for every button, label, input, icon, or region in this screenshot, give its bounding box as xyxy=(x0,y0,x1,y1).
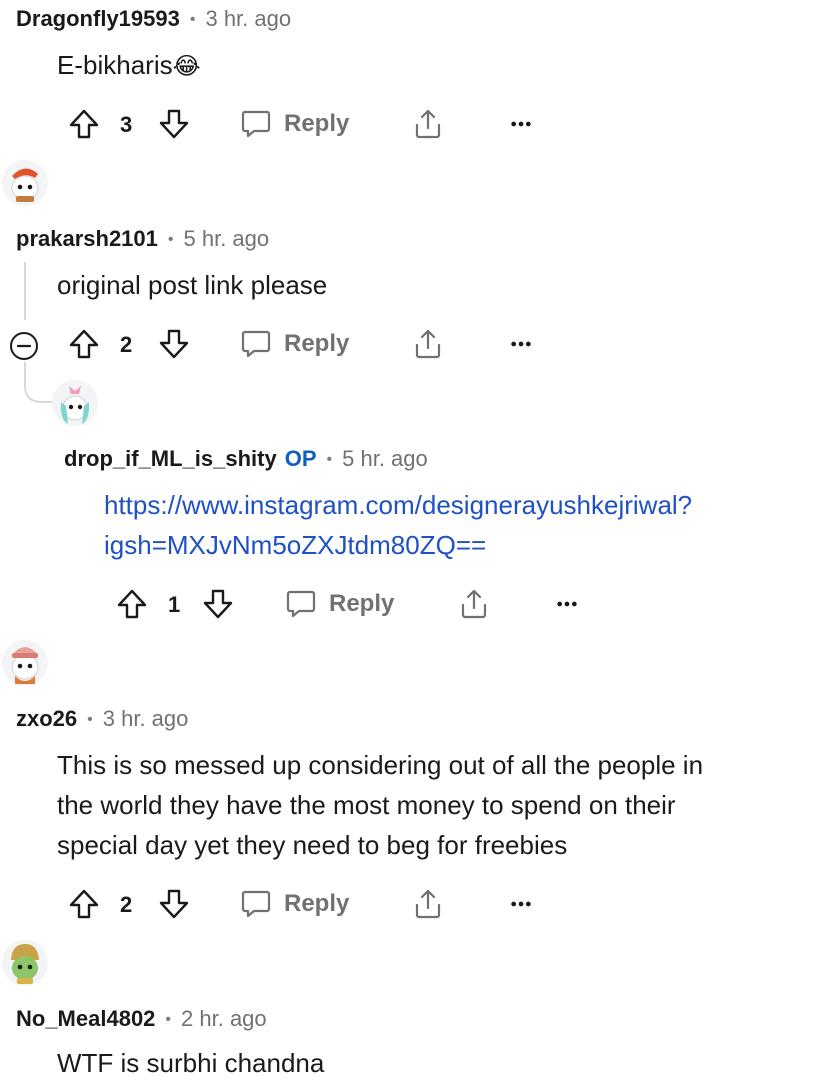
share-icon[interactable] xyxy=(412,108,444,140)
comment-text: E-bikharis xyxy=(57,50,173,80)
more-options-icon[interactable] xyxy=(510,900,532,908)
reply-button[interactable]: Reply xyxy=(240,328,349,360)
share-icon[interactable] xyxy=(458,588,490,620)
more-options-icon[interactable] xyxy=(510,120,532,128)
comment-body: https://www.instagram.com/designerayushk… xyxy=(104,485,692,565)
link-line: https://www.instagram.com/designerayushk… xyxy=(104,490,693,520)
reply-button[interactable]: Reply xyxy=(240,108,349,140)
upvote-arrow-icon[interactable] xyxy=(68,108,100,140)
instagram-link[interactable]: https://www.instagram.com/designerayushk… xyxy=(104,490,692,560)
reply-bubble-icon xyxy=(240,108,272,140)
comment-text-line: special day yet they need to beg for fre… xyxy=(57,830,568,860)
vote-count: 2 xyxy=(120,332,133,357)
separator-dot: • xyxy=(165,1011,172,1028)
comment-body: WTF is surbhi chandna xyxy=(57,1048,325,1078)
share-icon[interactable] xyxy=(412,328,444,360)
downvote-arrow-icon[interactable] xyxy=(158,888,190,920)
op-badge: OP xyxy=(284,446,317,471)
reply-button[interactable]: Reply xyxy=(240,888,349,920)
reply-label: Reply xyxy=(284,890,350,917)
collapse-minus-icon[interactable] xyxy=(8,330,40,362)
timestamp: 5 hr. ago xyxy=(342,446,428,471)
comment-header: prakarsh2101 • 5 hr. ago xyxy=(16,226,269,252)
separator-dot: • xyxy=(167,231,174,248)
vote-count: 1 xyxy=(168,592,181,617)
separator-dot: • xyxy=(189,11,196,28)
downvote-arrow-icon[interactable] xyxy=(158,108,190,140)
username[interactable]: prakarsh2101 xyxy=(16,226,158,252)
username[interactable]: Dragonfly19593 xyxy=(16,6,180,32)
timestamp: 2 hr. ago xyxy=(181,1006,267,1031)
downvote-arrow-icon[interactable] xyxy=(202,588,234,620)
username[interactable]: No_Meal4802 xyxy=(16,1006,155,1032)
downvote-arrow-icon[interactable] xyxy=(158,328,190,360)
username[interactable]: zxo26 xyxy=(16,706,77,732)
reply-bubble-icon xyxy=(240,888,272,920)
separator-dot: • xyxy=(326,451,333,468)
avatar[interactable] xyxy=(52,380,98,426)
reply-bubble-icon xyxy=(285,588,317,620)
comment-body: This is so messed up considering out of … xyxy=(57,745,703,865)
comment-text-line: the world they have the most money to sp… xyxy=(57,790,676,820)
comment-header: zxo26 • 3 hr. ago xyxy=(16,706,188,732)
upvote-arrow-icon[interactable] xyxy=(68,328,100,360)
reply-label: Reply xyxy=(284,110,350,137)
share-icon[interactable] xyxy=(412,888,444,920)
reply-label: Reply xyxy=(284,330,350,357)
more-options-icon[interactable] xyxy=(556,600,578,608)
reply-button[interactable]: Reply xyxy=(285,588,394,620)
avatar[interactable] xyxy=(2,160,48,206)
avatar[interactable] xyxy=(2,940,48,986)
more-options-icon[interactable] xyxy=(510,340,532,348)
thread-line xyxy=(24,262,26,320)
separator-dot: • xyxy=(87,711,93,728)
upvote-arrow-icon[interactable] xyxy=(68,888,100,920)
vote-count: 2 xyxy=(120,892,133,917)
comment-header: drop_if_ML_is_shity OP • 5 hr. ago xyxy=(64,446,428,472)
reply-label: Reply xyxy=(329,590,395,617)
laughing-emoji-icon: 😂 xyxy=(172,53,201,80)
comment-body: original post link please xyxy=(57,270,328,300)
comment-text-line: This is so messed up considering out of … xyxy=(57,750,704,780)
comment-header: Dragonfly19593 • 3 hr. ago xyxy=(16,6,291,32)
username[interactable]: drop_if_ML_is_shity xyxy=(64,446,277,472)
timestamp: 5 hr. ago xyxy=(183,226,270,251)
timestamp: 3 hr. ago xyxy=(205,6,292,31)
comment-body: E-bikharis😂 xyxy=(57,45,201,87)
upvote-arrow-icon[interactable] xyxy=(116,588,148,620)
reply-bubble-icon xyxy=(240,328,272,360)
link-line: igsh=MXJvNm5oZXJtdm80ZQ== xyxy=(104,530,487,560)
avatar[interactable] xyxy=(2,640,48,686)
comment-header: No_Meal4802 • 2 hr. ago xyxy=(16,1006,267,1032)
vote-count: 3 xyxy=(120,112,133,137)
timestamp: 3 hr. ago xyxy=(102,706,189,731)
